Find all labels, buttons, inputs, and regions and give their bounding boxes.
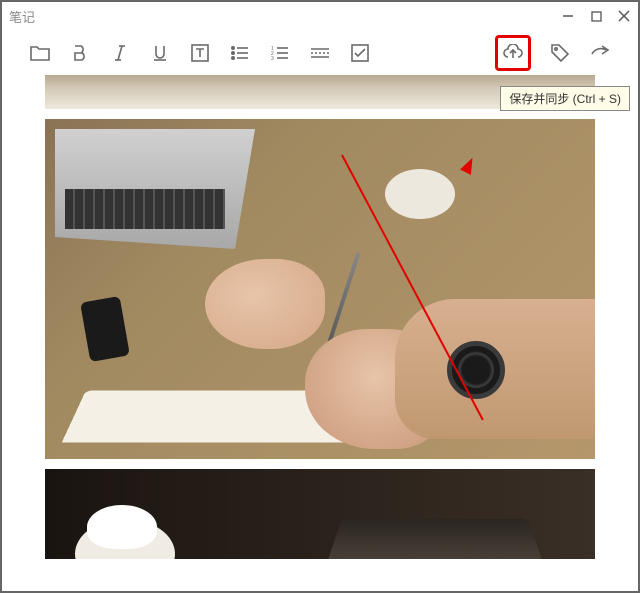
checkbox-icon[interactable]: [349, 42, 371, 64]
bullet-list-icon[interactable]: [229, 42, 251, 64]
cloud-sync-icon[interactable]: [502, 42, 524, 64]
folder-icon[interactable]: [29, 42, 51, 64]
embedded-image-3: [45, 469, 595, 559]
italic-icon[interactable]: [109, 42, 131, 64]
tag-icon[interactable]: [549, 42, 571, 64]
divider-icon[interactable]: [309, 42, 331, 64]
minimize-button[interactable]: [561, 9, 575, 23]
embedded-image-2: [45, 119, 595, 459]
svg-text:3: 3: [271, 56, 274, 61]
underline-icon[interactable]: [149, 42, 171, 64]
note-content-area[interactable]: [1, 75, 639, 592]
maximize-button[interactable]: [589, 9, 603, 23]
annotation-highlight-box: [495, 35, 531, 71]
editor-toolbar: 123: [1, 31, 639, 75]
close-button[interactable]: [617, 9, 631, 23]
text-block-icon[interactable]: [189, 42, 211, 64]
title-bar: 笔记: [1, 1, 639, 31]
save-sync-tooltip: 保存并同步 (Ctrl + S): [500, 86, 630, 111]
window-title: 笔记: [9, 7, 561, 26]
numbered-list-icon[interactable]: 123: [269, 42, 291, 64]
bold-icon[interactable]: [69, 42, 91, 64]
share-icon[interactable]: [589, 42, 611, 64]
window-controls: [561, 9, 631, 23]
